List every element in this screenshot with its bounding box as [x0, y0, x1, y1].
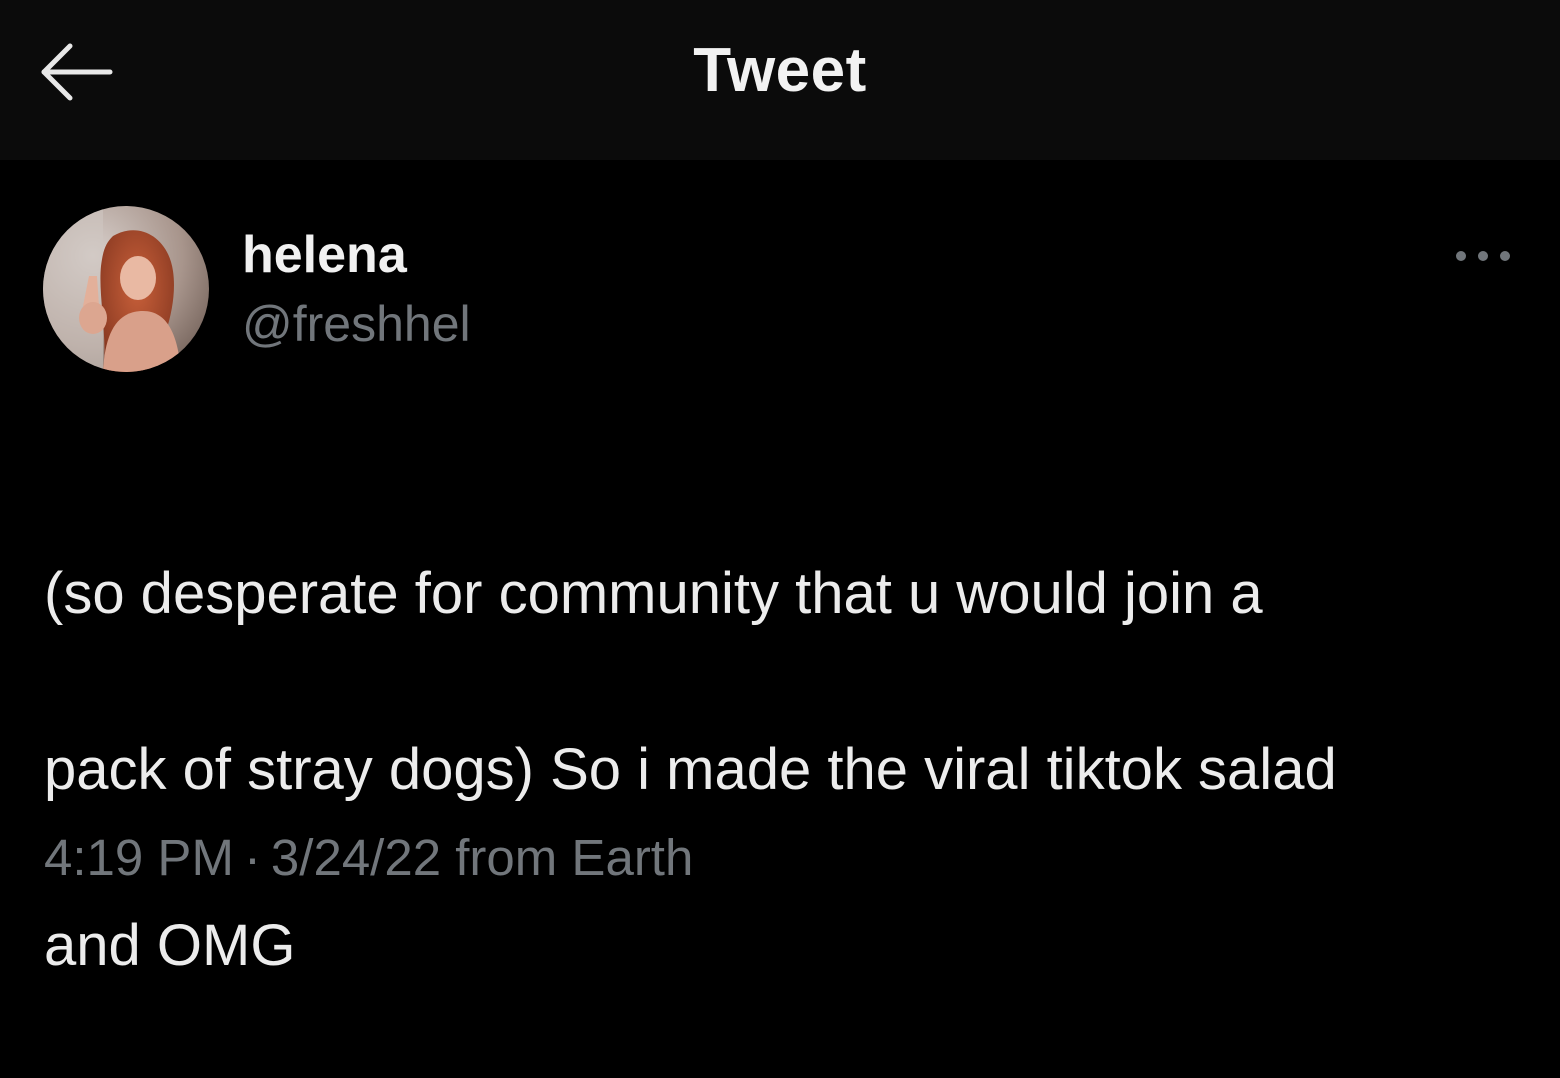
tweet-text-line: (so desperate for community that u would… [44, 561, 1263, 626]
tweet-text-line: and OMG [44, 913, 296, 978]
more-horizontal-icon [1456, 251, 1510, 261]
more-options-button[interactable] [1448, 236, 1518, 276]
tweet-time[interactable]: 4:19 PM [44, 829, 234, 886]
page-title: Tweet [693, 36, 867, 105]
meta-separator: · [243, 829, 261, 886]
top-navigation-bar: Tweet [0, 0, 1560, 160]
tweet-metadata: 4:19 PM · 3/24/22 from Earth [44, 826, 693, 890]
tweet-date[interactable]: 3/24/22 [271, 829, 441, 886]
display-name[interactable]: helena [242, 224, 407, 286]
tweet-text-line: pack of stray dogs) So i made the viral … [44, 737, 1337, 802]
tweet-text: (so desperate for community that u would… [44, 462, 1504, 1078]
tweet-source: from Earth [455, 829, 694, 886]
profile-photo-image [43, 206, 209, 372]
avatar[interactable] [43, 206, 209, 372]
user-handle[interactable]: @freshhel [242, 294, 471, 354]
